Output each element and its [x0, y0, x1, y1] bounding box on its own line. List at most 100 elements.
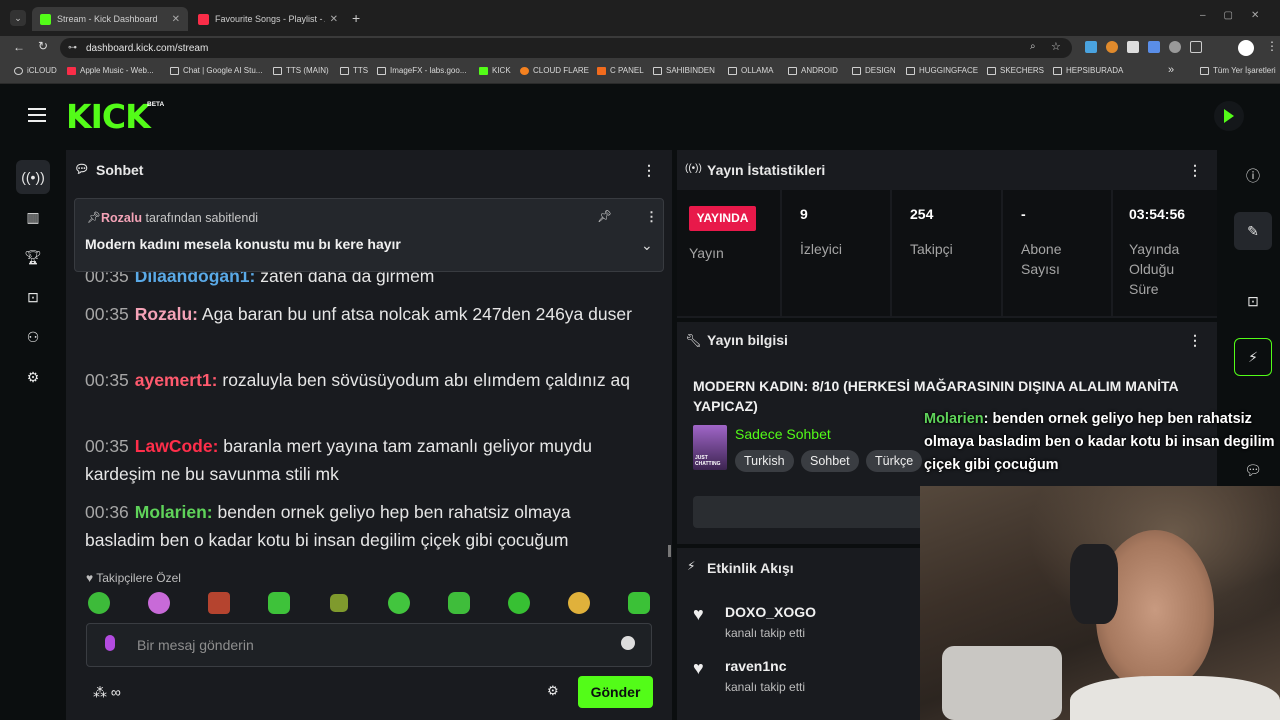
chat-scrollbar[interactable]	[668, 545, 671, 557]
chat-message: 00:36 Molarien: benden ornek geliyo hep b…	[85, 502, 571, 550]
zoom-icon[interactable]: ⌕	[1030, 41, 1036, 52]
expand-chevron-icon[interactable]: ⌄	[641, 237, 653, 254]
browser-menu-icon[interactable]: ⋮	[1266, 39, 1278, 53]
address-bar[interactable]: ⊶ dashboard.kick.com/stream ⌕ ☆	[60, 38, 1072, 58]
emote-icon[interactable]	[88, 592, 110, 614]
bookmark-folder[interactable]: SAHIBINDEN	[653, 66, 715, 75]
bookmark-item[interactable]: ImageFX - labs.goo...	[377, 66, 466, 75]
info-icon[interactable]: ⓘ	[1234, 157, 1272, 195]
activity-feed-panel: ⚡︎ Etkinlik Akışı ♥ DOXO_XOGO kanalı tak…	[677, 548, 921, 720]
close-tab-icon[interactable]: ✕	[172, 14, 180, 25]
bookmark-item[interactable]: iCLOUD	[14, 66, 57, 75]
url-text: dashboard.kick.com/stream	[86, 42, 209, 54]
bookmark-folder[interactable]: HUGGINGFACE	[906, 66, 978, 75]
bookmark-item[interactable]: Chat | Google AI Stu...	[170, 66, 262, 75]
site-info-icon[interactable]: ⊶	[68, 42, 77, 53]
bookmark-folder[interactable]: DESIGN	[852, 66, 896, 75]
activity-title: Etkinlik Akışı	[707, 560, 794, 576]
category-thumbnail[interactable]: JUST CHATTING	[693, 425, 727, 470]
stats-menu-icon[interactable]: ⋮	[1188, 162, 1202, 179]
emote-icon[interactable]	[508, 592, 530, 614]
info-menu-icon[interactable]: ⋮	[1188, 332, 1202, 349]
reload-icon[interactable]: ↻	[38, 39, 48, 53]
emoji-picker-icon[interactable]	[621, 636, 635, 650]
back-icon[interactable]: ←	[13, 40, 25, 54]
bookmark-item[interactable]: KICK	[479, 66, 511, 75]
emote-icon[interactable]	[208, 592, 230, 614]
bookmark-folder[interactable]: HEPSIBURADA	[1053, 66, 1123, 75]
pinned-message[interactable]: 📌︎ Rozalu tarafından sabitlendi 📌︎ ⋮ Mod…	[74, 198, 664, 272]
all-bookmarks-folder[interactable]: Tüm Yer İşaretleri	[1200, 66, 1276, 75]
emote-icon[interactable]	[330, 594, 348, 612]
info-title: Yayın bilgisi	[707, 332, 788, 348]
tag-chip[interactable]: Türkçe	[866, 450, 923, 472]
analytics-nav-icon[interactable]: ▥	[16, 200, 50, 234]
community-nav-icon[interactable]: ⚇	[16, 320, 50, 354]
headphones	[1070, 544, 1118, 624]
tag-chip[interactable]: Sohbet	[801, 450, 859, 472]
emote-icon[interactable]	[148, 592, 170, 614]
emote-icon[interactable]	[268, 592, 290, 614]
microphone-icon[interactable]	[105, 635, 115, 651]
bookmark-item[interactable]: CLOUD FLARE	[520, 66, 589, 75]
tab-apple-music[interactable]: Favourite Songs - Playlist - App ✕	[190, 7, 346, 31]
stat-subs: - Abone Sayısı	[1003, 190, 1111, 316]
profile-avatar[interactable]	[1238, 40, 1254, 56]
send-button[interactable]: Gönder	[578, 676, 653, 708]
trophy-nav-icon[interactable]: 🏆︎	[16, 240, 50, 274]
go-live-icon[interactable]	[1214, 101, 1244, 131]
bookmark-item[interactable]: C PANEL	[597, 66, 644, 75]
activity-item: ♥ raven1nc kanalı takip etti	[693, 658, 806, 694]
unpin-icon[interactable]: 📌︎	[597, 209, 612, 223]
bookmarks-overflow-icon[interactable]: »	[1168, 64, 1174, 76]
close-tab-icon[interactable]: ✕	[330, 14, 338, 25]
bookmark-folder[interactable]: OLLAMA	[728, 66, 773, 75]
emote-icon[interactable]	[568, 592, 590, 614]
chat-tools-icon[interactable]: ⁂ ∞	[93, 684, 121, 701]
apple-music-favicon-icon	[198, 13, 209, 25]
stat-uptime: 03:54:56 Yayında Olduğu Süre	[1113, 190, 1217, 316]
chat-message: 00:35 Rozalu: Aga baran bu unf atsa nolca…	[85, 304, 632, 324]
bookmark-star-icon[interactable]: ☆	[1051, 40, 1061, 53]
heart-icon: ♥	[86, 571, 94, 585]
chat-menu-icon[interactable]: ⋮	[642, 162, 656, 179]
stat-viewers: 9 İzleyici	[782, 190, 890, 316]
emote-icon[interactable]	[628, 592, 650, 614]
followers-only-label: ♥ Takipçilere Özel	[86, 571, 181, 585]
chat-message: 00:35 LawCode: baranla mert yayına tam za…	[85, 436, 592, 484]
new-tab-button[interactable]: +	[352, 10, 360, 26]
chat-settings-icon[interactable]: ⚙	[547, 683, 559, 699]
stream-nav-icon[interactable]: ((•))	[16, 160, 50, 194]
bookmark-folder[interactable]: SKECHERS	[987, 66, 1044, 75]
tab-kick-dashboard[interactable]: Stream - Kick Dashboard ✕	[32, 7, 188, 31]
chat-input-placeholder: Bir mesaj gönderin	[137, 637, 254, 653]
tab-title: Favourite Songs - Playlist - App	[215, 14, 325, 24]
tag-chip[interactable]: Turkish	[735, 450, 794, 472]
activity-item: ♥ DOXO_XOGO kanalı takip etti	[693, 604, 817, 640]
bookmark-item[interactable]: TTS	[340, 66, 368, 75]
settings-nav-icon[interactable]: ⚙	[16, 360, 50, 394]
tab-search-icon[interactable]: ⌄	[10, 10, 26, 26]
emote-icon[interactable]	[448, 592, 470, 614]
camera-capture-icon[interactable]: ⊡	[1234, 282, 1272, 320]
edit-pencil-icon[interactable]: ✎	[1234, 212, 1272, 250]
window-controls[interactable]: –▢✕	[1200, 10, 1277, 21]
kick-header: KICK BETA	[0, 85, 1280, 148]
left-nav-rail: ((•)) ▥ 🏆︎ ⊡ ⚇ ⚙	[0, 148, 64, 720]
camera-nav-icon[interactable]: ⊡	[16, 280, 50, 314]
bookmark-item[interactable]: Apple Music - Web...	[67, 66, 154, 75]
hamburger-menu-icon[interactable]	[28, 108, 46, 122]
quick-actions-icon[interactable]: ⚡︎	[1234, 338, 1272, 376]
emote-icon[interactable]	[388, 592, 410, 614]
chat-input-box[interactable]: Bir mesaj gönderin	[86, 623, 652, 667]
kick-logo[interactable]: KICK	[66, 97, 151, 136]
chat-overlay-message: Molarien: benden ornek geliyo hep ben ra…	[924, 411, 1275, 473]
extension-icons[interactable]	[1085, 41, 1202, 53]
bookmark-item[interactable]: TTS (MAIN)	[273, 66, 329, 75]
bookmark-folder[interactable]: ANDROID	[788, 66, 838, 75]
pinned-menu-icon[interactable]: ⋮	[645, 209, 658, 225]
category-link[interactable]: Sadece Sohbet	[735, 426, 831, 442]
pin-icon: 📌︎	[87, 212, 101, 224]
broadcast-icon: ((•))	[685, 163, 702, 174]
stat-followers: 254 Takipçi	[892, 190, 1001, 316]
